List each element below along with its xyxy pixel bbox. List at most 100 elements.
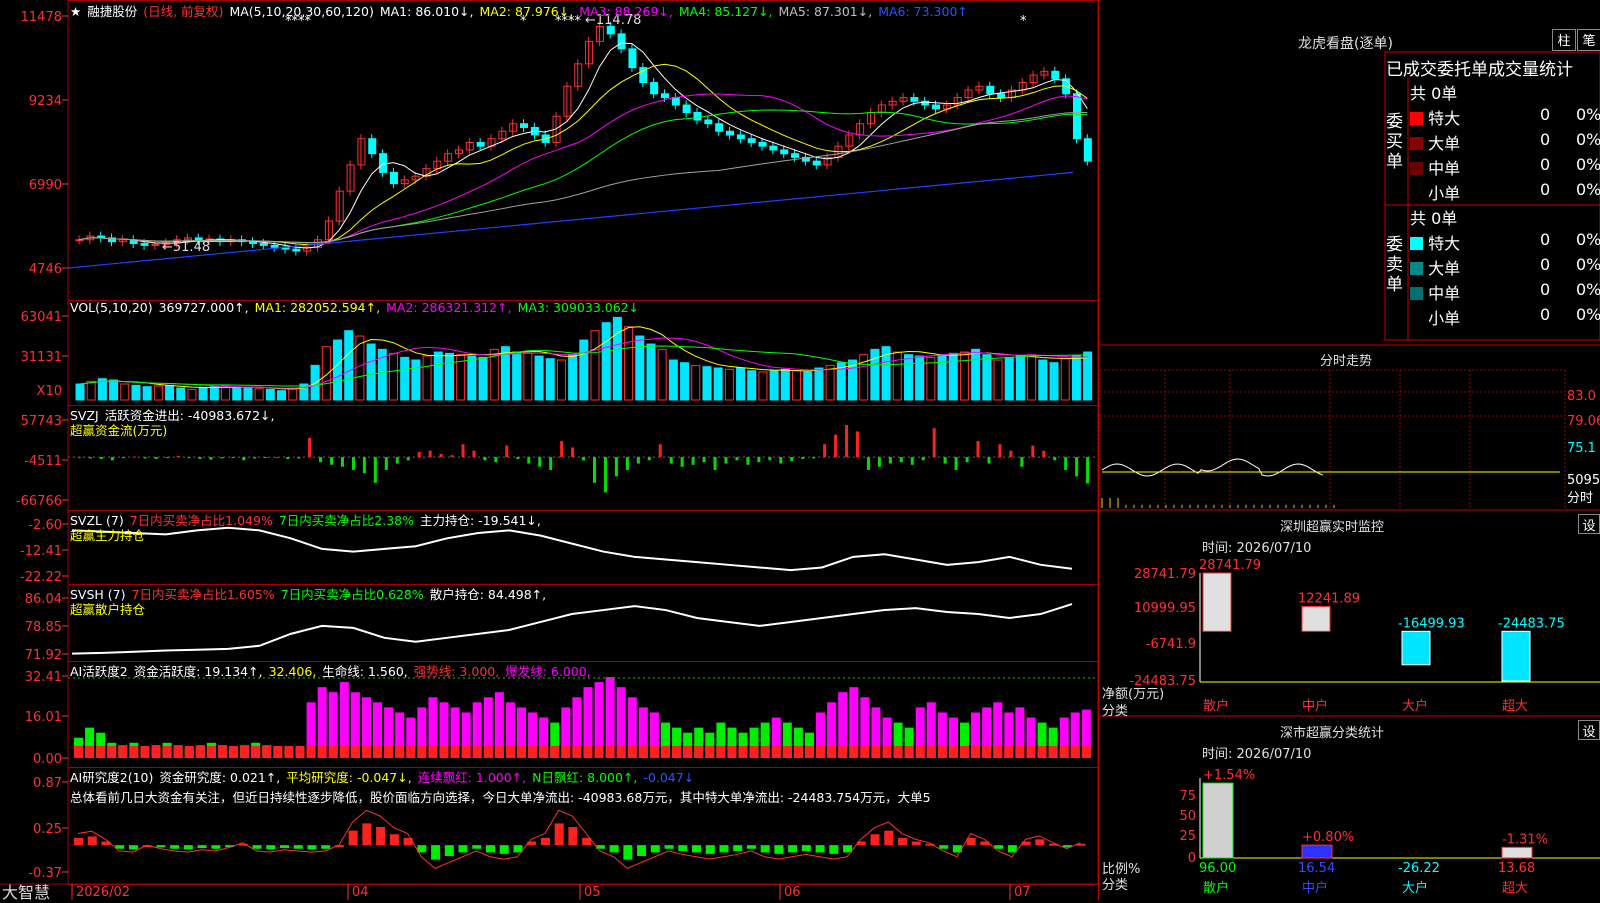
intraday-y-tick: 50956 — [1567, 473, 1600, 488]
candle-body — [1083, 138, 1092, 162]
ai-research-bar — [746, 845, 756, 849]
price-y-tick: 4746 — [29, 262, 62, 277]
vol-label-1: 369727.000↑, — [158, 300, 249, 315]
ma-label-4: MA4: 85.127↓, — [678, 4, 773, 19]
buy-row-count: 0 — [1540, 105, 1551, 124]
volume-bar — [1049, 362, 1059, 401]
volume-bar — [657, 348, 667, 401]
volume-bar — [478, 356, 488, 401]
candle-body — [270, 244, 279, 248]
svzj-bar — [691, 457, 695, 465]
volume-bar — [254, 388, 264, 401]
ai-active-base — [760, 746, 770, 758]
ai-active-base — [1037, 746, 1047, 758]
ai-active-base — [1026, 746, 1036, 758]
ai-active-label-4: 强势线: 3.000, — [413, 664, 500, 679]
sell-row: 小单 — [1410, 305, 1460, 329]
ai-active-base — [339, 746, 349, 758]
stock-title[interactable]: 融捷股份 — [87, 4, 137, 19]
svsh-label-2: 7日内买卖净占比0.628% — [280, 587, 424, 602]
sell-row-count: 0 — [1540, 255, 1551, 274]
buy-row-count: 0 — [1540, 180, 1551, 199]
ai-active-base — [672, 746, 682, 758]
ai-active-base — [151, 746, 161, 758]
ai-active-base — [361, 746, 371, 758]
ai-active-bar — [605, 677, 615, 758]
volume-bar — [467, 355, 477, 401]
volume-bar — [243, 387, 253, 401]
svzl-label-3: 主力持仓: -19.541↓, — [420, 513, 541, 528]
legend-swatch — [1410, 262, 1423, 275]
sz-monitor-settings-button[interactable]: 设 — [1578, 514, 1600, 534]
ai-active-base — [915, 746, 925, 758]
ai-active-header: AI活跃度2 资金活跃度: 19.134↑, 32.406, 生命线: 1.560, 强… — [70, 661, 597, 680]
sell-row-label: 大单 — [1423, 259, 1461, 278]
svsh-line — [71, 603, 1073, 655]
volume-bar — [758, 371, 768, 401]
volume-bar — [948, 352, 958, 401]
svsh-y-tick: 78.85 — [25, 620, 62, 635]
ai-active-label-5: 爆发线: 6.000, — [505, 664, 591, 679]
ai-active-base — [782, 746, 792, 758]
ai-active-base — [982, 746, 992, 758]
volume-bar — [75, 383, 85, 401]
ai-active-label-3: 生命线: 1.560, — [322, 664, 408, 679]
svzj-bar — [319, 457, 323, 463]
ai-active-base — [771, 746, 781, 758]
svzj-bar — [1053, 457, 1057, 461]
candle-body — [660, 93, 669, 99]
volume-bar — [209, 386, 219, 401]
ai-research-bar — [252, 845, 262, 849]
panel-frame — [67, 0, 1099, 301]
class-cat-label: 中户 — [1302, 880, 1328, 896]
sz-class-settings-button[interactable]: 设 — [1578, 720, 1600, 740]
volume-bar — [892, 351, 902, 401]
svzj-bar — [209, 457, 213, 460]
sell-total: 共 0单 — [1410, 209, 1458, 228]
volume-bar — [187, 388, 197, 401]
svzj-bar — [275, 457, 279, 459]
bar-mode-button[interactable]: 柱 — [1552, 29, 1576, 51]
candle-body — [1051, 70, 1060, 80]
ai-active-base — [827, 746, 837, 758]
monitor-bar — [1401, 630, 1431, 666]
svzj-bar — [560, 441, 564, 458]
ai-active-base — [517, 746, 527, 758]
volume-bar — [635, 335, 645, 401]
tick-mode-button[interactable]: 笔 — [1577, 29, 1600, 51]
svzj-bar — [779, 457, 783, 464]
candle-body — [736, 134, 745, 140]
ai-research-bar — [1007, 845, 1017, 853]
ai-research-bar — [1035, 839, 1045, 846]
sell-row-count: 0 — [1540, 230, 1551, 249]
ai-active-base — [328, 746, 338, 758]
period-label[interactable]: (日线, 前复权) — [143, 4, 223, 19]
svzj-bar — [187, 457, 191, 459]
ai-active-base — [295, 746, 305, 758]
ai-active-base — [971, 746, 981, 758]
candle-body — [1072, 93, 1081, 140]
buy-row-label: 中单 — [1423, 159, 1461, 178]
ai-active-base — [948, 746, 958, 758]
ma-line-4 — [78, 109, 1088, 243]
svzj-bar — [154, 457, 158, 460]
ai-active-base — [472, 746, 482, 758]
ai-active-base — [804, 746, 814, 758]
svzj-bar — [647, 457, 651, 461]
ai-research-bar — [637, 845, 647, 857]
volume-bar — [265, 388, 275, 401]
svzj-bar — [308, 437, 312, 458]
svsh-label-1: 7日内买卖净占比1.605% — [131, 587, 275, 602]
candle-body — [932, 104, 941, 110]
svzj-bar — [658, 444, 662, 458]
svzj-bar — [1086, 457, 1090, 484]
ai-research-bar — [348, 830, 358, 846]
volume-bar — [792, 370, 802, 401]
ai-research-bar — [499, 845, 509, 854]
ai-research-bar — [884, 830, 894, 846]
svzj-bar — [746, 457, 750, 465]
vol-label-2: MA1: 282052.594↑, — [254, 300, 381, 315]
svzj-bar — [888, 457, 892, 464]
star-icon[interactable]: ★ — [70, 4, 81, 19]
volume-bar — [545, 358, 555, 401]
